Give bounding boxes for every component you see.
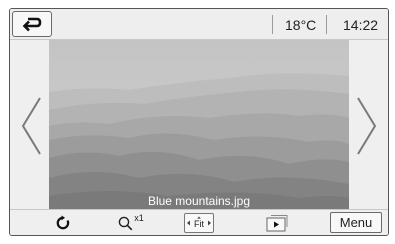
bottom-toolbar: x1 Fit Menu bbox=[10, 209, 388, 235]
previous-picture-button[interactable] bbox=[16, 90, 46, 162]
menu-button[interactable]: Menu bbox=[330, 212, 382, 233]
picture-area: Blue mountains.jpg bbox=[10, 40, 388, 210]
fit-icon: Fit bbox=[187, 216, 211, 229]
zoom-button[interactable]: x1 bbox=[114, 213, 148, 233]
chevron-left-icon bbox=[21, 97, 41, 155]
status-separator bbox=[272, 15, 273, 34]
status-separator bbox=[326, 15, 327, 34]
top-status-bar: 18°C 14:22 bbox=[10, 9, 388, 40]
picture-viewer-screen: 18°C 14:22 Blue mountains.jpg x1 Fit Men… bbox=[9, 8, 389, 236]
back-button[interactable] bbox=[12, 11, 52, 37]
rotate-icon bbox=[56, 215, 70, 230]
clock-readout: 14:22 bbox=[343, 17, 379, 33]
slideshow-button[interactable] bbox=[262, 213, 292, 233]
magnifier-icon bbox=[118, 216, 133, 230]
rotate-button[interactable] bbox=[52, 213, 74, 233]
fit-label: Fit bbox=[194, 219, 204, 229]
slideshow-icon bbox=[266, 215, 288, 232]
chevron-right-icon bbox=[357, 97, 377, 155]
temperature-readout: 18°C bbox=[285, 17, 317, 33]
picture-filename: Blue mountains.jpg bbox=[147, 194, 251, 208]
picture-display: Blue mountains.jpg bbox=[49, 40, 349, 210]
zoom-level: x1 bbox=[134, 213, 144, 223]
back-arrow-icon bbox=[22, 17, 42, 32]
fit-button[interactable]: Fit bbox=[184, 213, 214, 233]
next-picture-button[interactable] bbox=[352, 90, 382, 162]
mountain-photo bbox=[49, 40, 349, 210]
